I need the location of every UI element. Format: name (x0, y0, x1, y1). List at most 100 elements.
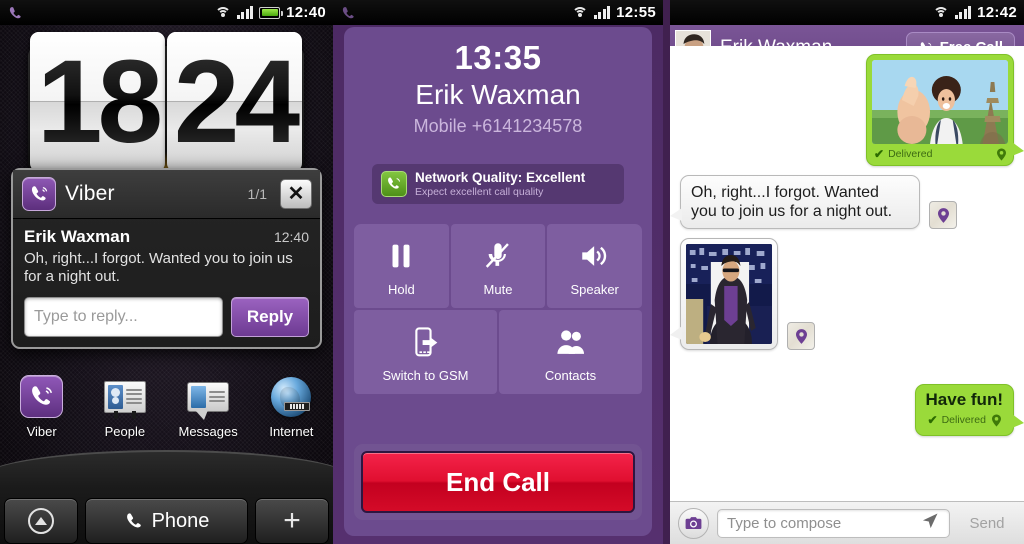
clock-minutes-value: 24 (167, 32, 302, 172)
pin-glyph (795, 329, 807, 344)
viber-green-icon (381, 171, 407, 197)
network-quality-title: Network Quality: Excellent (415, 170, 586, 185)
globe-glyph (271, 376, 312, 417)
wifi-icon (214, 6, 231, 19)
messages-lines (209, 391, 226, 402)
app-shortcut-viber[interactable]: Viber (0, 375, 83, 439)
phone-dock-button[interactable]: Phone (85, 498, 248, 544)
call-status-bar: 12:55 (333, 0, 663, 25)
reply-button[interactable]: Reply (231, 296, 309, 337)
viber-green-glyph (388, 177, 400, 189)
end-call-container: End Call (354, 444, 642, 520)
delivered-label: Delivered (941, 414, 986, 427)
app-shortcut-internet[interactable]: Internet (250, 375, 333, 439)
call-controls-row-1: Hold Mute Speaker (354, 224, 642, 308)
mute-label: Mute (483, 281, 513, 297)
dock-buttons: Phone + (4, 498, 329, 544)
chat-message-list[interactable]: ✔ Delivered Oh, right...I forgot. Wanted… (670, 46, 1024, 501)
network-quality-text: Network Quality: Excellent Expect excell… (415, 170, 585, 198)
send-arrow-icon[interactable] (920, 511, 940, 535)
location-pin-icon[interactable] (997, 148, 1006, 161)
call-status-notification-icons (340, 5, 356, 21)
close-icon[interactable]: ✕ (280, 179, 312, 209)
check-icon: ✔ (874, 147, 885, 161)
mute-button[interactable]: Mute (450, 224, 546, 308)
chat-message-out-text[interactable]: Have fun! ✔ Delivered (680, 384, 1024, 437)
pause-icon (392, 244, 410, 267)
pin-glyph (992, 414, 1001, 427)
app-shortcut-people[interactable]: People (83, 375, 166, 439)
app-shortcut-messages[interactable]: Messages (167, 375, 250, 439)
delivered-label: Delivered (888, 148, 933, 160)
compose-input[interactable]: Type to compose (717, 508, 950, 538)
status-bar-clock: 12:42 (977, 4, 1017, 21)
message-status: ✔ Delivered (872, 144, 1008, 165)
notification-header: Viber 1/1 ✕ (13, 170, 320, 219)
flip-clock-widget[interactable]: 18 24 (12, 32, 320, 182)
call-stage: 13:35 Erik Waxman Mobile +6141234578 Net… (344, 27, 652, 536)
notification-message: Oh, right...I forgot. Wanted you to join… (24, 250, 293, 286)
hold-button[interactable]: Hold (354, 224, 449, 308)
home-screen-panel: 12:40 30° 18 24 Viber (0, 0, 333, 544)
home-status-bar: 12:40 (0, 0, 333, 25)
call-controls-grid: Hold Mute Speaker Switch to GSM Contacts (354, 224, 642, 396)
viber-phone-icon (9, 6, 21, 18)
messages-app-icon (187, 375, 230, 420)
location-pin-icon[interactable] (929, 201, 957, 230)
check-icon: ✔ (927, 413, 938, 428)
app-label: Viber (26, 424, 57, 439)
photo-content (686, 244, 772, 345)
viber-app-glyph (31, 385, 52, 405)
viber-glyph (31, 185, 47, 200)
photo-content (872, 60, 1008, 144)
battery-icon (259, 6, 284, 19)
viber-notification-popup[interactable]: Viber 1/1 ✕ Erik Waxman 12:40 Oh, right.… (11, 168, 322, 349)
add-widget-button[interactable]: + (255, 498, 329, 544)
location-pin-icon[interactable] (992, 414, 1001, 427)
status-bar-notification-icons (7, 5, 23, 21)
home-app-row: Viber People Messages Internet (0, 375, 333, 439)
speaker-button[interactable]: Speaker (547, 224, 642, 308)
notification-meta-row: Erik Waxman 12:40 (24, 227, 309, 247)
compose-placeholder: Type to compose (727, 514, 842, 532)
call-status-system-icons: 12:55 (571, 4, 656, 21)
clock-hours-value: 18 (30, 32, 165, 172)
contacts-button[interactable]: Contacts (499, 310, 642, 394)
call-duration: 13:35 (454, 39, 542, 76)
app-drawer-button[interactable] (4, 498, 78, 544)
screenshot-root: 12:40 30° 18 24 Viber (0, 0, 1024, 544)
phone-dock-label: Phone (151, 509, 210, 532)
app-drawer-up-icon (28, 508, 54, 534)
end-call-button[interactable]: End Call (361, 451, 635, 513)
camera-icon[interactable] (678, 507, 709, 539)
pin-glyph (937, 208, 949, 223)
status-bar-clock: 12:55 (616, 4, 656, 21)
night-out-photo (686, 244, 772, 345)
reply-input[interactable]: Type to reply... (24, 296, 223, 337)
chat-message-in-image[interactable] (670, 238, 1014, 351)
people-photo (107, 384, 123, 409)
send-button[interactable]: Send (958, 515, 1016, 532)
call-handset-icon (342, 6, 354, 18)
call-phone-number: Mobile +6141234578 (413, 116, 583, 136)
mic-muted-icon (485, 242, 509, 268)
chat-status-system-icons: 12:42 (932, 4, 1017, 21)
chat-message-in-text[interactable]: Oh, right...I forgot. Wanted you to join… (670, 175, 1014, 230)
switch-to-gsm-button[interactable]: Switch to GSM (354, 310, 497, 394)
speaker-label: Speaker (570, 281, 619, 297)
speaker-icon (581, 245, 606, 266)
people-card-glyph (103, 380, 146, 419)
notification-actions: Type to reply... Reply (24, 296, 309, 337)
message-status: ✔ Delivered (926, 410, 1003, 431)
message-bubble: Have fun! ✔ Delivered (914, 384, 1024, 437)
notification-counter: 1/1 (247, 186, 267, 202)
globe-www-tag (284, 401, 311, 411)
call-contact-name: Erik Waxman (415, 79, 581, 110)
location-pin-icon[interactable] (787, 322, 815, 351)
chat-message-out-image[interactable]: ✔ Delivered (680, 54, 1024, 166)
people-app-icon (103, 375, 146, 419)
notification-app-name: Viber (65, 182, 115, 205)
call-controls-row-2: Switch to GSM Contacts (354, 310, 642, 394)
message-bubble (670, 238, 778, 351)
signal-icon (593, 6, 611, 19)
